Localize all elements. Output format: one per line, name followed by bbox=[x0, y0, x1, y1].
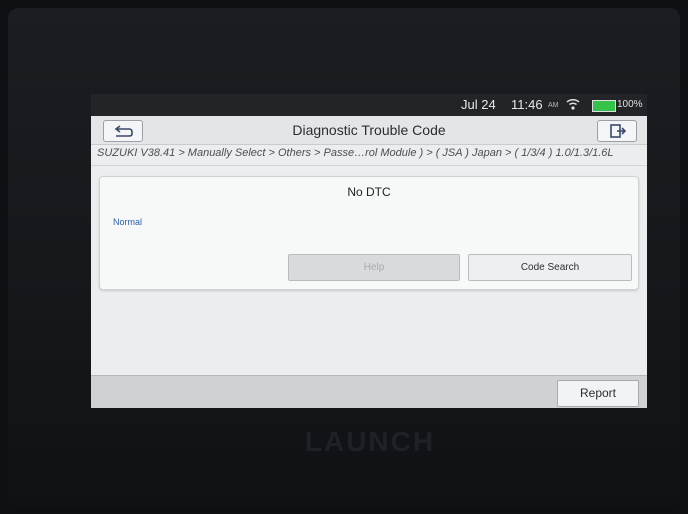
code-search-button[interactable]: Code Search bbox=[468, 254, 632, 281]
device-brand-logo: LAUNCH bbox=[304, 426, 436, 457]
dtc-panel: No DTC Normal Help Code Search bbox=[99, 176, 639, 290]
device-screen: Jul 24 11:46 AM 100% Diagnostic Trouble … bbox=[91, 94, 647, 408]
battery-icon bbox=[592, 100, 616, 112]
status-ampm: AM bbox=[548, 102, 559, 109]
status-time: 11:46 bbox=[511, 97, 543, 112]
title-bar: Diagnostic Trouble Code bbox=[91, 116, 647, 145]
status-bar: Jul 24 11:46 AM 100% bbox=[91, 94, 647, 116]
exit-icon bbox=[610, 124, 627, 138]
help-button[interactable]: Help bbox=[288, 254, 460, 281]
footer-bar: Report bbox=[91, 375, 647, 408]
battery-level: 100% bbox=[617, 99, 643, 110]
dtc-result-title: No DTC bbox=[347, 185, 391, 199]
system-status-label: Normal bbox=[113, 217, 143, 227]
page-title: Diagnostic Trouble Code bbox=[292, 122, 446, 138]
divider bbox=[91, 165, 647, 166]
report-button[interactable]: Report bbox=[557, 380, 639, 407]
exit-button[interactable] bbox=[597, 120, 637, 142]
breadcrumb: SUZUKI V38.41 > Manually Select > Others… bbox=[97, 147, 614, 159]
status-date: Jul 24 bbox=[461, 97, 496, 112]
wifi-icon bbox=[566, 98, 580, 110]
